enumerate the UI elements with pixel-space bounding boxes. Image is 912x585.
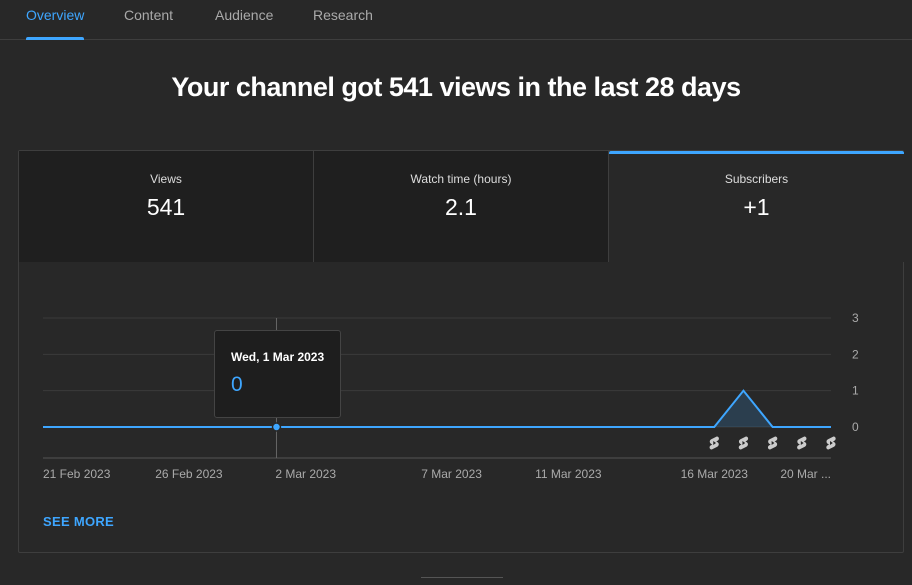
shorts-icon[interactable] [767, 436, 778, 450]
divider [421, 577, 503, 578]
shorts-icon[interactable] [709, 436, 719, 450]
tooltip-date: Wed, 1 Mar 2023 [231, 350, 325, 364]
x-tick-label: 2 Mar 2023 [275, 467, 336, 481]
y-tick-label: 3 [852, 311, 859, 325]
x-tick-label: 21 Feb 2023 [43, 467, 111, 481]
chart-tooltip: Wed, 1 Mar 2023 0 [214, 330, 341, 418]
y-tick-label: 1 [852, 384, 859, 398]
x-tick-label: 16 Mar 2023 [681, 467, 749, 481]
x-tick-label: 26 Feb 2023 [155, 467, 223, 481]
see-more-link[interactable]: SEE MORE [43, 514, 114, 529]
y-tick-label: 0 [852, 420, 859, 434]
tooltip-value: 0 [231, 373, 243, 396]
subscribers-chart[interactable]: 0 1 2 3 21 Feb 2023 26 Feb 2023 2 Mar 2023 7 Ma… [0, 0, 912, 585]
highlight-point [271, 422, 282, 432]
x-tick-label: 7 Mar 2023 [421, 467, 482, 481]
series-area [43, 390, 831, 427]
x-tick-label: 20 Mar ... [780, 467, 831, 481]
shorts-icon[interactable] [826, 436, 836, 450]
series-line [43, 389, 831, 428]
shorts-icon[interactable] [738, 436, 749, 450]
y-tick-label: 2 [852, 347, 859, 361]
shorts-icon[interactable] [797, 436, 807, 450]
x-tick-label: 11 Mar 2023 [535, 467, 602, 481]
